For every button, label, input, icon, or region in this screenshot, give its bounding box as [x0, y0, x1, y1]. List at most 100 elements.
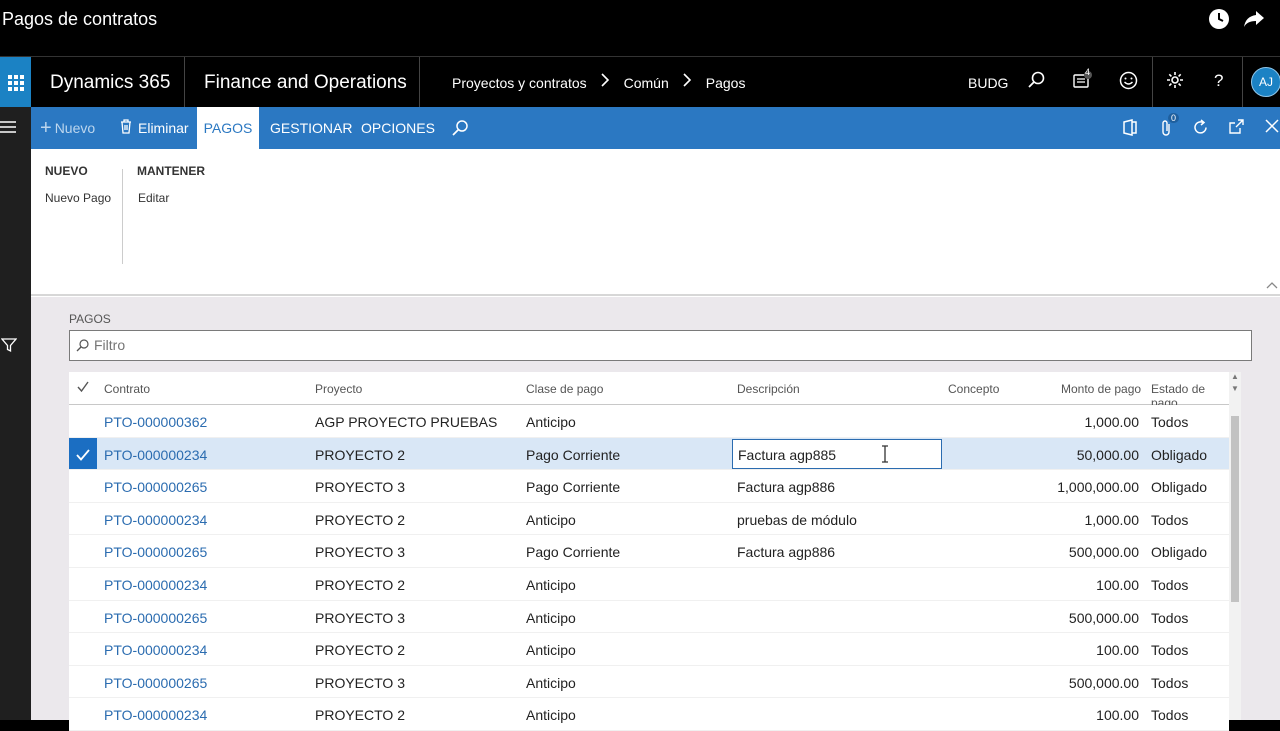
smiley-icon[interactable] [1119, 71, 1138, 95]
hamburger-menu-icon[interactable] [0, 119, 18, 140]
delete-button[interactable]: Eliminar [120, 107, 189, 149]
cell-monto-de-pago: 500,000.00 [1068, 544, 1139, 561]
breadcrumb-item-projects[interactable]: Proyectos y contratos [452, 75, 587, 91]
cell-estado-de-pago: Todos [1151, 609, 1189, 626]
plus-icon: + [40, 117, 52, 139]
cell-clase-de-pago: Pago Corriente [526, 544, 621, 561]
help-icon[interactable]: ? [1214, 71, 1223, 91]
edit-button[interactable]: Editar [138, 191, 169, 205]
cell-estado-de-pago: Obligado [1151, 479, 1208, 496]
cell-estado-de-pago: Todos [1151, 674, 1189, 691]
cell-contrato[interactable]: PTO-000000234 [104, 512, 207, 528]
search-icon[interactable] [1028, 71, 1046, 94]
app-launcher-icon[interactable] [0, 57, 31, 108]
scroll-up-arrow-icon[interactable]: ▲ [1231, 372, 1239, 381]
table-row[interactable]: PTO-000000362 AGP PROYECTO PRUEBAS Anticip… [69, 405, 1229, 438]
chevron-up-icon[interactable] [1266, 278, 1278, 292]
new-button-label: Nuevo [54, 120, 96, 136]
filter-input[interactable] [94, 337, 494, 353]
table-row[interactable]: PTO-000000265 PROYECTO 3 Pago Corriente Fac… [69, 535, 1229, 568]
table-row[interactable]: PTO-000000265 PROYECTO 3 Anticipo 500,000.0… [69, 665, 1229, 699]
row-select-checkbox[interactable] [69, 633, 97, 665]
video-title-bar: Pagos de contratos [0, 0, 1280, 56]
scroll-down-arrow-icon[interactable]: ▼ [1231, 384, 1239, 393]
cell-monto-de-pago: 100.00 [1096, 707, 1139, 724]
cell-contrato[interactable]: PTO-000000234 [104, 447, 207, 463]
share-icon[interactable] [1242, 8, 1266, 30]
group-title-nuevo: NUEVO [45, 164, 88, 178]
tab-gestionar[interactable]: GESTIONAR [270, 107, 352, 149]
table-row[interactable]: PTO-000000234 PROYECTO 2 Pago Corriente 50,… [69, 437, 1229, 471]
row-select-checkbox[interactable] [69, 535, 97, 567]
cell-monto-de-pago: 500,000.00 [1068, 609, 1139, 626]
select-all-check-icon[interactable] [77, 381, 89, 396]
cell-proyecto: PROYECTO 2 [315, 446, 405, 463]
column-header-concepto[interactable]: Concepto [948, 382, 999, 396]
description-input[interactable] [738, 446, 878, 463]
tab-pagos[interactable]: PAGOS [197, 107, 259, 149]
open-new-window-icon[interactable] [1228, 119, 1244, 138]
ribbon-panel: NUEVO Nuevo Pago MANTENER Editar [31, 149, 1280, 296]
company-picker[interactable]: BUDG [968, 75, 1008, 91]
search-icon[interactable] [452, 119, 469, 139]
cell-contrato[interactable]: PTO-000000362 [104, 414, 207, 430]
grid-body: PTO-000000362 AGP PROYECTO PRUEBAS Anticip… [69, 405, 1229, 731]
cell-contrato[interactable]: PTO-000000234 [104, 707, 207, 723]
ribbon-group-separator [122, 169, 123, 264]
clock-icon[interactable] [1208, 8, 1230, 30]
table-row[interactable]: PTO-000000234 PROYECTO 2 Anticipo 100.00 Tod… [69, 633, 1229, 666]
cell-estado-de-pago: Todos [1151, 414, 1189, 430]
new-payment-button[interactable]: Nuevo Pago [45, 191, 111, 205]
row-select-checkbox[interactable] [69, 601, 97, 633]
gear-icon[interactable] [1166, 71, 1184, 94]
cell-descripcion: pruebas de módulo [737, 511, 857, 528]
row-select-checkbox[interactable] [69, 698, 97, 730]
row-select-checkbox[interactable] [69, 568, 97, 600]
tab-opciones[interactable]: OPCIONES [361, 107, 435, 149]
row-select-checkbox[interactable] [69, 405, 97, 437]
table-row[interactable]: PTO-000000234 PROYECTO 2 Anticipo 100.00 Tod… [69, 698, 1229, 731]
row-select-checkbox[interactable] [69, 666, 97, 698]
cell-clase-de-pago: Anticipo [526, 674, 576, 691]
main-content: PAGOS Contrato Proyecto Clase de pago De… [31, 297, 1280, 731]
new-button[interactable]: + Nuevo [40, 107, 95, 149]
filter-box[interactable] [69, 330, 1252, 361]
cell-proyecto: PROYECTO 2 [315, 576, 405, 593]
cell-contrato[interactable]: PTO-000000265 [104, 544, 207, 560]
table-row[interactable]: PTO-000000265 PROYECTO 3 Anticipo 500,000.0… [69, 600, 1229, 634]
close-icon[interactable] [1265, 119, 1279, 136]
refresh-icon[interactable] [1192, 119, 1209, 139]
search-icon [76, 339, 89, 357]
row-select-checkbox[interactable] [69, 503, 97, 535]
description-edit-field[interactable] [732, 438, 942, 469]
table-row[interactable]: PTO-000000234 PROYECTO 2 Anticipo pruebas d… [69, 502, 1229, 536]
breadcrumb-item-payments[interactable]: Pagos [706, 75, 746, 91]
cell-estado-de-pago: Todos [1151, 707, 1189, 724]
product-name[interactable]: Finance and Operations [185, 57, 420, 108]
column-header-contrato[interactable]: Contrato [104, 382, 150, 396]
cell-contrato[interactable]: PTO-000000234 [104, 577, 207, 593]
filter-funnel-icon[interactable] [0, 337, 18, 358]
payments-grid: Contrato Proyecto Clase de pago Descripc… [69, 372, 1229, 731]
breadcrumb-item-common[interactable]: Común [624, 75, 669, 91]
column-header-proyecto[interactable]: Proyecto [315, 382, 362, 396]
cell-clase-de-pago: Anticipo [526, 511, 576, 528]
cell-contrato[interactable]: PTO-000000265 [104, 610, 207, 626]
office-icon[interactable] [1123, 119, 1137, 139]
cell-clase-de-pago: Anticipo [526, 576, 576, 593]
grid-scrollbar[interactable]: ▲ ▼ [1229, 372, 1241, 720]
column-header-descripcion[interactable]: Descripción [737, 382, 800, 396]
table-row[interactable]: PTO-000000234 PROYECTO 2 Anticipo 100.00 Tod… [69, 567, 1229, 601]
cell-contrato[interactable]: PTO-000000265 [104, 675, 207, 691]
table-row[interactable]: PTO-000000265 PROYECTO 3 Pago Corriente Fac… [69, 470, 1229, 503]
cell-contrato[interactable]: PTO-000000265 [104, 479, 207, 495]
row-select-checkbox[interactable] [69, 437, 97, 470]
scroll-thumb[interactable] [1231, 416, 1239, 602]
brand-name[interactable]: Dynamics 365 [31, 57, 185, 108]
cell-contrato[interactable]: PTO-000000234 [104, 642, 207, 658]
avatar[interactable]: AJ [1251, 67, 1280, 97]
column-header-monto-de-pago[interactable]: Monto de pago [1061, 382, 1141, 396]
chevron-right-icon [597, 73, 614, 92]
row-select-checkbox[interactable] [69, 470, 97, 502]
column-header-clase-de-pago[interactable]: Clase de pago [526, 382, 603, 396]
